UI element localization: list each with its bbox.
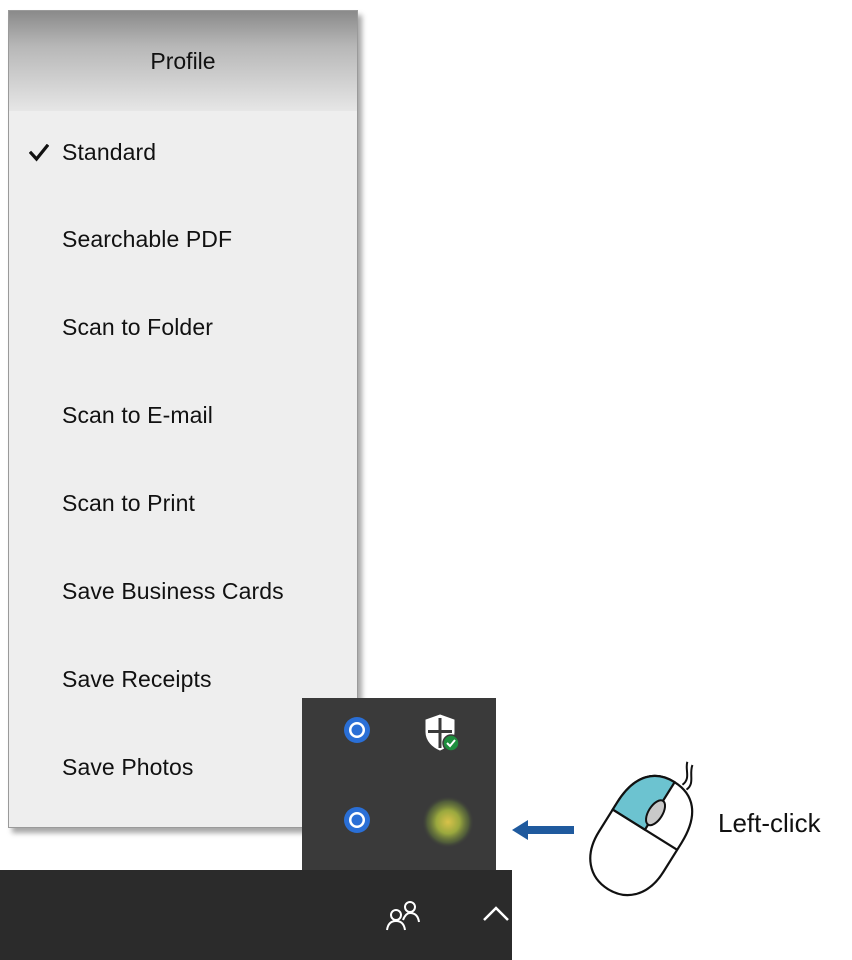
menu-item-standard[interactable]: Standard — [9, 109, 357, 195]
menu-header-title: Profile — [150, 47, 216, 74]
blue-round-icon[interactable] — [340, 800, 374, 840]
menu-item-label: Save Receipts — [62, 666, 212, 692]
people-icon[interactable] — [380, 892, 428, 940]
menu-item-label: Scan to E-mail — [62, 402, 213, 428]
checkmark-icon — [29, 109, 51, 197]
menu-header: Profile — [9, 11, 357, 111]
app-icon[interactable] — [420, 794, 476, 850]
menu-item-scan-to-folder[interactable]: Scan to Folder — [9, 283, 357, 371]
chevron-up-icon[interactable] — [474, 894, 512, 934]
menu-item-label: Save Photos — [62, 754, 194, 780]
mouse-left-click-icon — [586, 748, 706, 908]
menu-item-label: Save Business Cards — [62, 578, 284, 604]
menu-item-scan-to-email[interactable]: Scan to E-mail — [9, 371, 357, 459]
menu-item-scan-to-print[interactable]: Scan to Print — [9, 459, 357, 547]
menu-item-label: Scan to Print — [62, 490, 195, 516]
security-shield-icon[interactable] — [422, 712, 462, 754]
left-click-label: Left-click — [718, 808, 821, 838]
blue-round-icon[interactable] — [340, 710, 374, 750]
menu-item-save-business-cards[interactable]: Save Business Cards — [9, 547, 357, 635]
menu-item-label: Standard — [62, 139, 157, 165]
tray-overflow-panel — [302, 698, 496, 870]
menu-item-label: Scan to Folder — [62, 314, 213, 340]
menu-item-label: Searchable PDF — [62, 226, 233, 252]
taskbar — [0, 870, 512, 960]
arrow-left-icon — [510, 815, 576, 845]
menu-item-searchable-pdf[interactable]: Searchable PDF — [9, 195, 357, 283]
